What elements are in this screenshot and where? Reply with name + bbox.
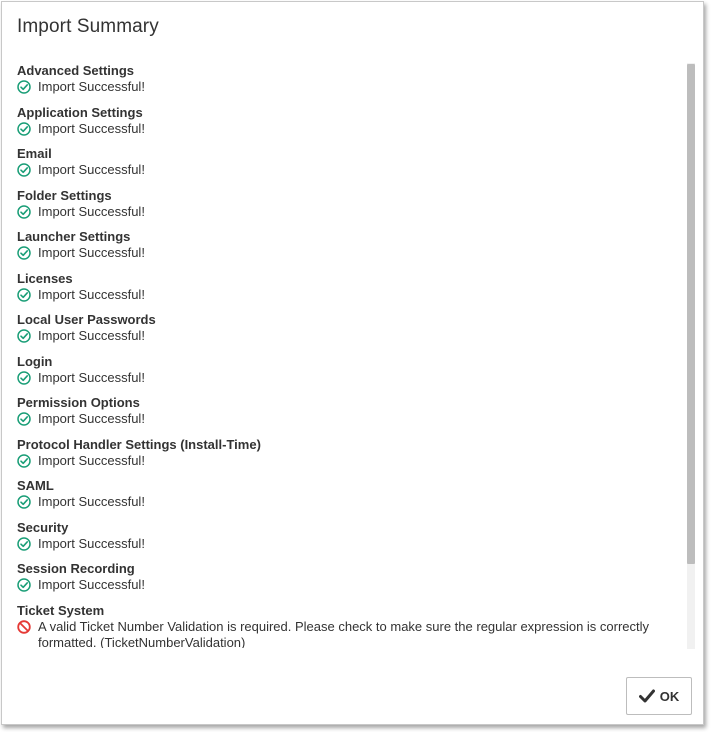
item-status: Import Successful!: [17, 577, 677, 593]
item-status: Import Successful!: [17, 370, 677, 386]
check-circle-icon: [17, 536, 31, 551]
ok-button-label: OK: [659, 688, 680, 704]
item-status: A valid Ticket Number Validation is requ…: [17, 618, 677, 649]
item-name: Licenses: [17, 270, 73, 286]
item-status: Import Successful!: [17, 121, 677, 137]
item-status: Import Successful!: [17, 328, 677, 344]
item-status: Import Successful!: [17, 204, 677, 220]
item-status: Import Successful!: [17, 245, 677, 261]
item-status-message: Import Successful!: [38, 494, 145, 509]
check-circle-icon: [17, 246, 31, 260]
check-circle-icon: [17, 329, 31, 343]
item-name: Ticket System: [17, 602, 105, 618]
check-circle-icon: [17, 163, 31, 177]
item-status-message: Import Successful!: [38, 286, 145, 302]
list-item: Security Import Successful!: [17, 520, 677, 562]
item-status-message: Import Successful!: [38, 203, 145, 219]
item-status-message: Import Successful!: [38, 411, 145, 426]
list-item: SAML Import Successful!: [17, 478, 677, 520]
import-results-list[interactable]: Advanced Settings Import Successful! Appli…: [17, 63, 677, 648]
item-name: Launcher Settings: [17, 229, 131, 244]
scrollbar-thumb[interactable]: [687, 64, 695, 564]
item-name: Protocol Handler Settings (Install-Time): [17, 436, 261, 452]
list-item: Launcher Settings Import Successful!: [17, 229, 677, 271]
item-status-message: Import Successful!: [38, 162, 145, 177]
item-status-message: Import Successful!: [38, 577, 145, 592]
import-summary-dialog: Import Summary Advanced Settings Import S…: [1, 1, 704, 725]
item-status-message: Import Successful!: [38, 535, 145, 551]
item-status-message: Import Successful!: [38, 120, 145, 136]
item-name: Application Settings: [17, 104, 143, 120]
check-circle-icon: [17, 412, 31, 426]
item-name: Login: [17, 353, 53, 369]
item-name: SAML: [17, 478, 54, 493]
check-circle-icon: [17, 121, 31, 136]
item-status-message: Import Successful!: [38, 328, 145, 343]
dialog-title: Import Summary: [17, 16, 159, 37]
check-circle-icon: [17, 578, 31, 592]
check-circle-icon: [17, 495, 31, 509]
list-item: Login Import Successful!: [17, 354, 677, 396]
list-item: Email Import Successful!: [17, 146, 677, 188]
item-status-message: Import Successful!: [38, 79, 145, 94]
checkmark-icon: [638, 689, 655, 703]
item-name: Email: [17, 146, 52, 161]
item-status-message: Import Successful!: [38, 369, 145, 385]
list-item: Protocol Handler Settings (Install-Time)…: [17, 437, 677, 479]
list-item: Permission Options Import Successful!: [17, 395, 677, 437]
item-name: Advanced Settings: [17, 63, 135, 78]
list-item: Session Recording Import Successful!: [17, 561, 677, 603]
item-status-message: Import Successful!: [38, 452, 145, 468]
check-circle-icon: [17, 453, 31, 468]
check-circle-icon: [17, 287, 31, 302]
item-name: Security: [17, 519, 69, 535]
item-status: Import Successful!: [17, 411, 677, 427]
list-item: Advanced Settings Import Successful!: [17, 63, 677, 105]
item-status: Import Successful!: [17, 536, 677, 552]
list-item: Folder Settings Import Successful!: [17, 188, 677, 230]
list-item: Ticket System A valid Ticket Number Valid…: [17, 602, 677, 649]
item-name: Local User Passwords: [17, 312, 156, 327]
check-circle-icon: [17, 370, 31, 385]
item-status: Import Successful!: [17, 494, 677, 510]
ok-button[interactable]: OK: [626, 677, 692, 715]
list-item: Licenses Import Successful!: [17, 271, 677, 313]
ban-icon: [17, 619, 31, 634]
item-status: Import Successful!: [17, 453, 677, 469]
item-status-message: Import Successful!: [38, 245, 145, 260]
list-item: Local User Passwords Import Successful!: [17, 312, 677, 354]
item-name: Session Recording: [17, 561, 135, 576]
item-name: Folder Settings: [17, 187, 112, 203]
item-status: Import Successful!: [17, 287, 677, 303]
list-item: Application Settings Import Successful!: [17, 105, 677, 147]
item-status: Import Successful!: [17, 79, 677, 95]
item-name: Permission Options: [17, 395, 140, 410]
scrollbar[interactable]: [687, 63, 695, 649]
item-status: Import Successful!: [17, 162, 677, 178]
check-circle-icon: [17, 204, 31, 219]
check-circle-icon: [17, 80, 31, 94]
item-status-message: A valid Ticket Number Validation is requ…: [38, 618, 650, 649]
